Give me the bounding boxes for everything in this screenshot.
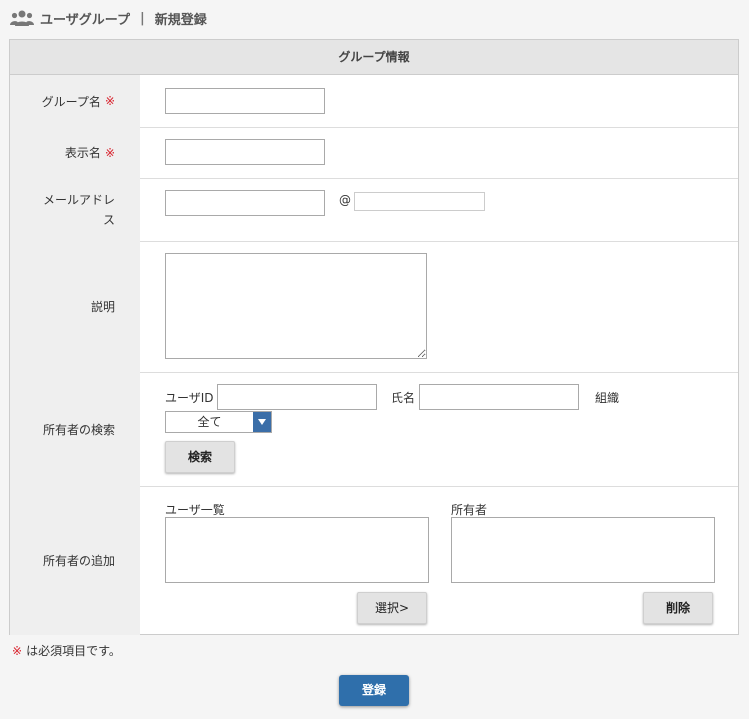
user-id-input[interactable] (217, 384, 377, 410)
user-list-box[interactable] (165, 517, 429, 583)
owner-search-label: 所有者の検索 (42, 422, 115, 437)
description-textarea[interactable] (165, 253, 427, 359)
group-name-input[interactable] (165, 88, 325, 114)
row-owner-search: 所有者の検索 ユーザID 氏名 組織 全て 検索 (10, 372, 738, 487)
owner-list-box[interactable] (451, 517, 715, 583)
row-description: 説明 (10, 241, 738, 373)
required-mark: ※ (104, 145, 115, 160)
register-button[interactable]: 登録 (339, 675, 409, 706)
search-button[interactable]: 検索 (165, 441, 235, 473)
name-label: 氏名 (391, 391, 416, 405)
required-mark: ※ (12, 644, 23, 658)
display-name-label: 表示名 (64, 146, 101, 160)
select-button[interactable]: 選択> (357, 592, 427, 624)
title-separator: | (139, 10, 145, 26)
row-owner-add: 所有者の追加 ユーザ一覧 所有者 選択> 削除 (10, 486, 738, 635)
delete-button[interactable]: 削除 (643, 592, 713, 624)
owner-add-label: 所有者の追加 (42, 554, 115, 568)
required-note-text: は必須項目です。 (26, 644, 121, 658)
page-subtitle: 新規登録 (154, 12, 207, 28)
chevron-down-icon[interactable] (253, 412, 271, 432)
row-group-name: グループ名 ※ (10, 75, 738, 128)
org-label: 組織 (595, 391, 620, 405)
section-title: グループ情報 (10, 40, 738, 75)
required-mark: ※ (104, 94, 115, 108)
name-input[interactable] (419, 384, 579, 410)
email-label: メールアドレス (42, 192, 115, 227)
email-at-sign: @ (339, 193, 351, 207)
group-name-label-cell: グループ名 ※ (10, 75, 140, 127)
group-name-label: グループ名 (41, 94, 101, 109)
group-form: グループ情報 グループ名 ※ 表示名 ※ メールアドレス @ 説明 所有者の検索… (9, 39, 739, 635)
user-list-label: ユーザ一覧 (165, 503, 225, 517)
description-label-cell: 説明 (10, 241, 140, 372)
description-label: 説明 (90, 300, 115, 314)
display-name-input[interactable] (165, 139, 325, 165)
owner-search-label-cell: 所有者の検索 (10, 372, 140, 486)
row-display-name: 表示名 ※ (10, 127, 738, 179)
page-header: ユーザグループ | 新規登録 (10, 8, 207, 28)
display-name-label-cell: 表示名 ※ (10, 127, 140, 178)
owner-add-label-cell: 所有者の追加 (10, 486, 140, 635)
page-title: ユーザグループ (40, 12, 130, 28)
email-local-input[interactable] (165, 190, 325, 216)
users-icon (10, 10, 34, 26)
org-select-value: 全て (197, 415, 222, 429)
email-domain-input[interactable] (354, 192, 485, 211)
user-id-label: ユーザID (165, 391, 214, 405)
row-email: メールアドレス @ (10, 178, 738, 242)
org-select[interactable]: 全て (165, 411, 272, 433)
owner-list-label: 所有者 (451, 503, 488, 517)
email-label-cell: メールアドレス (10, 178, 140, 241)
required-note: ※ は必須項目です。 (12, 642, 121, 659)
